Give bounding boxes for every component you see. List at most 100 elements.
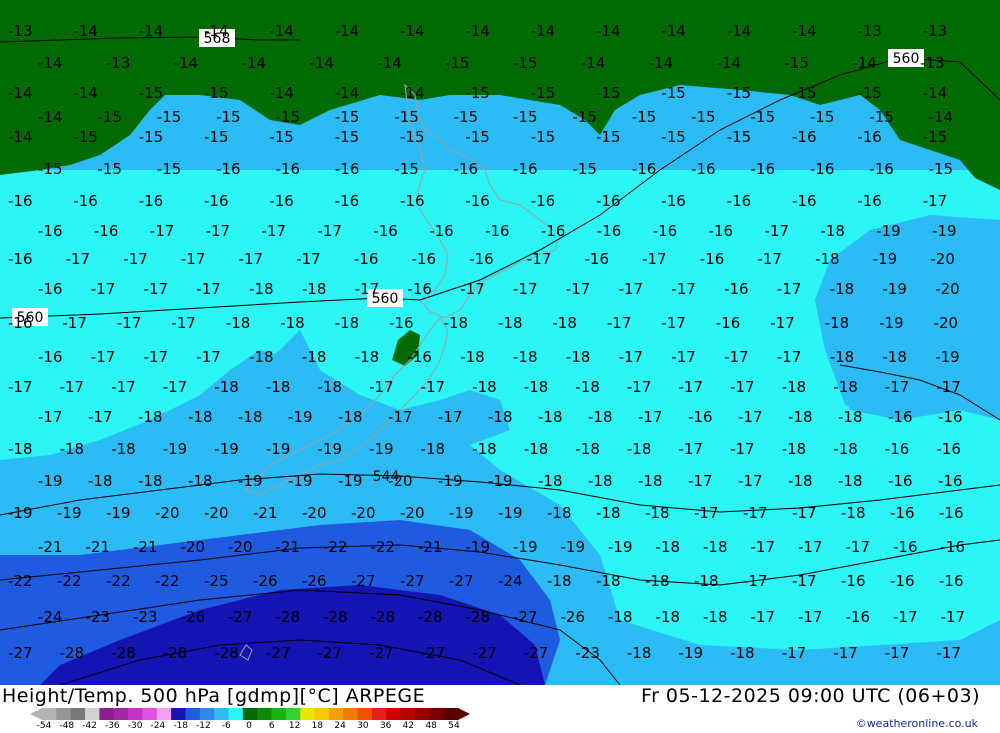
scale-swatch <box>429 708 445 720</box>
temperature-label: -26 <box>302 572 327 590</box>
temperature-label: -14 <box>923 84 948 102</box>
temperature-label: -27 <box>318 644 343 662</box>
temperature-label: -22 <box>106 572 131 590</box>
temperature-label: -19 <box>513 538 538 556</box>
temperature-label: -19 <box>163 440 188 458</box>
scale-tick-label: 42 <box>402 721 415 731</box>
weather-map: 568 560 560 560 544 -13 -14 -14 -14 -14 -14 -1… <box>0 0 1000 685</box>
temperature-label: -17 <box>619 280 644 298</box>
temperature-label: -17 <box>893 608 918 626</box>
temperature-label: -16 <box>890 572 915 590</box>
temperature-label: -15 <box>661 84 686 102</box>
temperature-label: -17 <box>296 250 321 268</box>
temperature-label: -15 <box>157 108 182 126</box>
temperature-label: -17 <box>38 408 63 426</box>
scale-swatch <box>386 708 402 720</box>
temperature-label: -15 <box>394 160 419 178</box>
temperature-label: -14 <box>335 22 360 40</box>
temperature-label: -16 <box>400 192 425 210</box>
temperature-label: -28 <box>323 608 348 626</box>
temperature-label: -18 <box>627 644 652 662</box>
scale-swatch <box>185 708 201 720</box>
temperature-label: -20 <box>388 472 413 490</box>
scale-swatch <box>128 708 143 720</box>
temperature-label: -17 <box>66 250 91 268</box>
temperature-label: -16 <box>204 192 229 210</box>
temperature-label: -14 <box>38 108 63 126</box>
temperature-label: -16 <box>688 408 713 426</box>
temperature-label: -18 <box>656 608 681 626</box>
temperature-label: -16 <box>691 160 716 178</box>
scale-tick-label: -18 <box>173 721 189 731</box>
temperature-label: -18 <box>833 440 858 458</box>
scale-swatch <box>156 708 172 720</box>
temperature-label: -16 <box>597 222 622 240</box>
credit-link[interactable]: ©weatheronline.co.uk <box>856 717 978 730</box>
temperature-label: -19 <box>449 504 474 522</box>
temperature-label: -19 <box>935 348 960 366</box>
temperature-label: -18 <box>820 222 845 240</box>
temperature-label: -15 <box>751 108 776 126</box>
scale-swatch <box>228 708 244 720</box>
temperature-label: -17 <box>724 348 749 366</box>
temperature-label: -17 <box>738 408 763 426</box>
scale-swatch <box>199 708 215 720</box>
temperature-label: -15 <box>445 54 470 72</box>
temperature-label: -19 <box>266 440 291 458</box>
temperature-label: -15 <box>38 160 63 178</box>
temperature-label: -18 <box>694 572 719 590</box>
temperature-label: -16 <box>429 222 454 240</box>
temperature-label: -14 <box>929 108 954 126</box>
temperature-label: -15 <box>727 84 752 102</box>
temperature-label: -22 <box>57 572 82 590</box>
temperature-label: -18 <box>444 314 469 332</box>
temperature-label: -16 <box>8 250 33 268</box>
temperature-label: -20 <box>204 504 229 522</box>
temperature-label: -24 <box>498 572 523 590</box>
scale-tick-label: -36 <box>104 721 120 731</box>
scale-swatch <box>400 708 416 720</box>
scale-tick-label: 30 <box>357 721 369 731</box>
temperature-label: -17 <box>607 314 632 332</box>
temperature-label: -18 <box>815 250 840 268</box>
scale-tick-label: -6 <box>221 721 231 731</box>
color-scale-bar <box>30 708 470 720</box>
temperature-label: -27 <box>266 644 291 662</box>
temperature-label: -16 <box>751 160 776 178</box>
temperature-label: -16 <box>857 128 882 146</box>
temperature-label: -19 <box>879 314 904 332</box>
scale-arrow-right <box>458 708 470 720</box>
temperature-label: -19 <box>106 504 131 522</box>
temperature-label: -18 <box>882 348 907 366</box>
temperature-label: -27 <box>524 644 549 662</box>
temperature-label: -17 <box>846 538 871 556</box>
temperature-label: -15 <box>97 160 122 178</box>
scale-tick-label: 12 <box>288 721 301 731</box>
temperature-label: -17 <box>566 280 591 298</box>
temperature-label: -21 <box>133 538 158 556</box>
temperature-label: -20 <box>930 250 955 268</box>
temperature-label: -17 <box>941 608 966 626</box>
temperature-label: -16 <box>792 192 817 210</box>
temperature-label: -18 <box>226 314 251 332</box>
temperature-label: -17 <box>792 504 817 522</box>
temperature-label: -17 <box>777 348 802 366</box>
temperature-label: -18 <box>538 472 563 490</box>
temperature-label: -14 <box>727 22 752 40</box>
temperature-label: -17 <box>627 378 652 396</box>
temperature-label: -18 <box>188 472 213 490</box>
temperature-label: -23 <box>86 608 111 626</box>
temperature-label: -15 <box>139 128 164 146</box>
temperature-label: -15 <box>335 128 360 146</box>
temperature-label: -15 <box>531 128 556 146</box>
temperature-label: -28 <box>466 608 491 626</box>
temperature-label: -15 <box>572 108 597 126</box>
temperature-label: -27 <box>400 572 425 590</box>
temperature-label: -17 <box>88 408 113 426</box>
temperature-label: -18 <box>88 472 113 490</box>
temperature-label: -18 <box>703 608 728 626</box>
scale-tick-label: 0 <box>246 721 252 731</box>
temperature-label: -17 <box>117 314 141 332</box>
temperature-label: -28 <box>418 608 443 626</box>
temperature-label: -16 <box>661 192 686 210</box>
